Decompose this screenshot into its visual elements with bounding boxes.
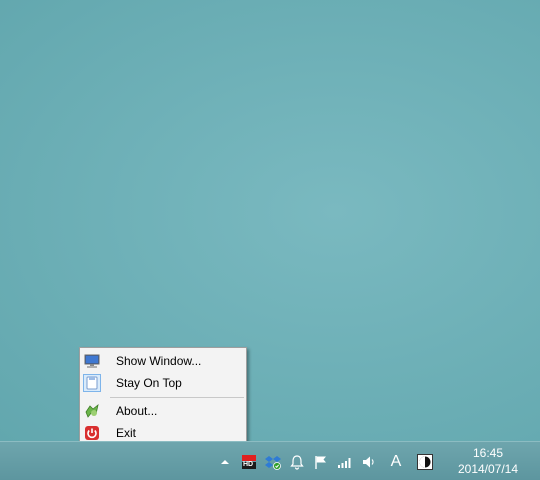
action-center-flag-icon[interactable] [313, 454, 329, 470]
hd-indicator-icon[interactable]: HD [241, 454, 257, 470]
taskbar: HD A 16:45 2014/07/14 [0, 441, 540, 480]
menu-item-stay-on-top[interactable]: Stay On Top [82, 372, 244, 394]
menu-item-label: Show Window... [116, 354, 202, 368]
menu-item-label: About... [116, 404, 158, 418]
menu-separator [110, 397, 244, 398]
pin-window-icon [86, 376, 98, 390]
dropbox-icon[interactable] [265, 454, 281, 470]
ime-mode-icon[interactable]: A [388, 454, 404, 470]
menu-item-label: Stay On Top [116, 376, 182, 390]
network-signal-icon[interactable] [337, 454, 353, 470]
app-tray-icon[interactable] [417, 454, 433, 470]
menu-item-about[interactable]: About... [82, 400, 244, 422]
ime-mode-label: A [390, 453, 402, 470]
show-hidden-icons-arrow[interactable] [217, 454, 233, 470]
about-icon [84, 403, 100, 419]
stay-on-top-check-frame [83, 374, 101, 392]
clock-date: 2014/07/14 [457, 462, 519, 476]
menu-item-show-window[interactable]: Show Window... [82, 350, 244, 372]
monitor-icon [84, 353, 100, 369]
volume-icon[interactable] [361, 454, 377, 470]
power-icon [84, 425, 100, 441]
tray-context-menu: Show Window... Stay On Top About... Exit [79, 347, 247, 445]
menu-item-label: Exit [116, 426, 137, 440]
clock-time: 16:45 [472, 446, 504, 460]
hd-label: HD [243, 461, 254, 468]
taskbar-clock[interactable]: 16:45 2014/07/14 [446, 445, 530, 479]
notification-bell-icon[interactable] [289, 454, 305, 470]
